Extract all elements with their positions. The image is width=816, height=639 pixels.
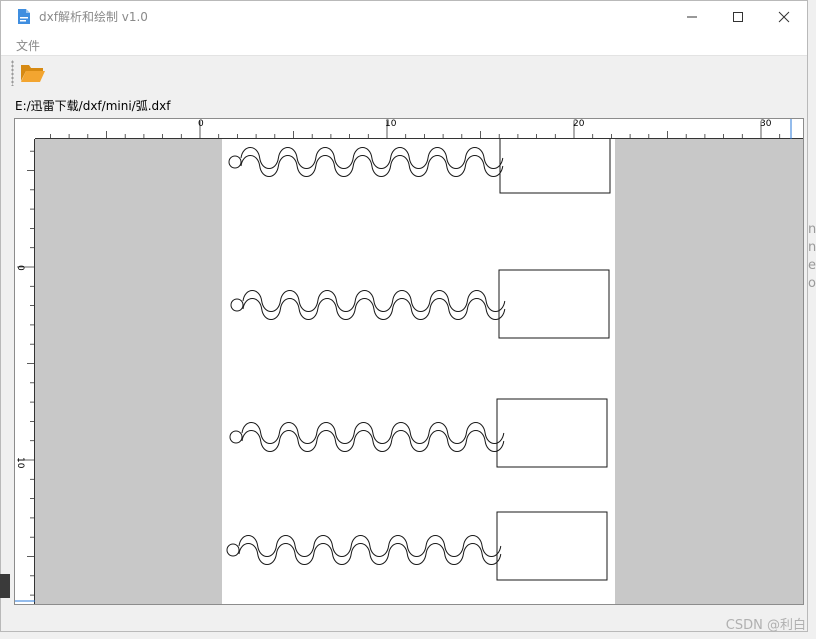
- folder-open-icon: [21, 65, 45, 82]
- background-text: e: [808, 258, 816, 273]
- file-path-label: E:/迅雷下载/dxf/mini/弧.dxf: [15, 99, 171, 113]
- maximize-icon: [733, 12, 743, 22]
- vruler-label-0: 0: [15, 265, 25, 271]
- vertical-ruler: 0 10: [15, 119, 35, 604]
- drawing-layer: [226, 124, 611, 581]
- close-icon: [778, 11, 790, 23]
- menu-bar: 文件: [1, 33, 807, 55]
- title-bar: dxf解析和绘制 v1.0: [1, 1, 807, 33]
- toolbar: [1, 55, 807, 92]
- drawing-canvas[interactable]: 0 10 20 30 0 10: [14, 118, 804, 605]
- ruler-label-20: 20: [573, 119, 585, 129]
- ruler-label-0: 0: [198, 119, 204, 129]
- minimize-icon: [687, 16, 697, 18]
- background-window-edge: [0, 574, 10, 598]
- maximize-button[interactable]: [715, 1, 761, 33]
- vruler-label-10: 10: [15, 457, 25, 469]
- app-icon: [18, 9, 30, 24]
- close-button[interactable]: [761, 1, 807, 33]
- background-text: ni: [808, 240, 816, 255]
- watermark: CSDN @利白: [725, 618, 806, 633]
- background-text: or: [808, 276, 816, 291]
- open-file-button[interactable]: [19, 61, 49, 87]
- ruler-label-10: 10: [385, 119, 397, 129]
- toolbar-grip[interactable]: [11, 60, 14, 86]
- serpentine-with-pad-2: [230, 269, 610, 339]
- minimize-button[interactable]: [669, 1, 715, 33]
- serpentine-with-pad-3: [229, 398, 608, 468]
- background-text: n: [808, 222, 816, 237]
- ruler-label-30: 30: [760, 119, 772, 129]
- status-bar: [1, 606, 807, 631]
- window-title: dxf解析和绘制 v1.0: [39, 10, 148, 24]
- app-window: dxf解析和绘制 v1.0 文件 E:/迅雷下载/dxf/mini/弧.dxf: [0, 0, 808, 632]
- horizontal-ruler: 0 10 20 30: [15, 119, 803, 139]
- serpentine-with-pad-4: [226, 511, 608, 581]
- ruler-corner: [15, 119, 35, 139]
- menu-file[interactable]: 文件: [16, 37, 40, 54]
